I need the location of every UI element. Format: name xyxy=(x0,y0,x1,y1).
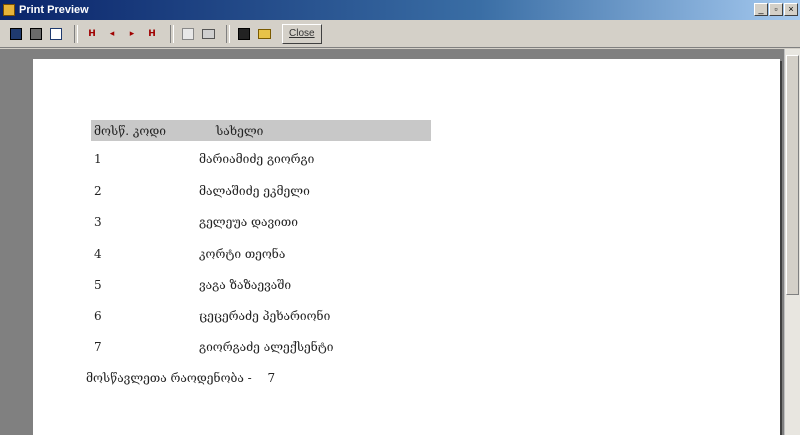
open-icon[interactable] xyxy=(256,26,272,42)
print-icon[interactable] xyxy=(200,26,216,42)
toolbar-separator xyxy=(226,24,230,43)
toolbar-separator xyxy=(74,24,78,43)
multi-page-icon[interactable] xyxy=(48,26,64,42)
close-button[interactable]: Close xyxy=(282,23,322,44)
window-title: Print Preview xyxy=(19,4,89,16)
zoom-icon[interactable] xyxy=(180,26,196,42)
scrollbar-thumb[interactable] xyxy=(786,55,799,295)
toolbar: H ◂ ▸ H Close xyxy=(0,20,800,48)
report-page: მოსწ. კოდი სახელი 1 მარიამიძე გიორგი 2 მ… xyxy=(33,59,780,435)
prev-page-icon[interactable]: ◂ xyxy=(104,26,120,42)
footer-count: 7 xyxy=(267,371,276,385)
next-page-icon[interactable]: ▸ xyxy=(124,26,140,42)
close-window-button[interactable]: × xyxy=(784,3,798,16)
footer-label: მოსწავლეთა რაოდენობა - xyxy=(86,371,252,385)
row-name: მალაშიძე ეკმელი xyxy=(199,184,310,198)
table-row: 3 გელეუა დავითი xyxy=(91,212,431,232)
row-name: ცეცერაძე პეხარიონი xyxy=(199,309,331,323)
table-row: 1 მარიამიძე გიორგი xyxy=(91,149,431,169)
row-code: 2 xyxy=(94,184,102,198)
two-page-icon[interactable] xyxy=(28,26,44,42)
toolbar-separator xyxy=(170,24,174,43)
report-header: მოსწ. კოდი სახელი xyxy=(91,120,431,141)
page-view-icon[interactable] xyxy=(8,26,24,42)
row-code: 5 xyxy=(94,278,102,292)
row-name: გელეუა დავითი xyxy=(199,215,298,229)
first-page-icon[interactable]: H xyxy=(84,26,100,42)
last-page-icon[interactable]: H xyxy=(144,26,160,42)
row-name: გიორგაძე ალექსენტი xyxy=(199,340,334,354)
report-footer: მოსწავლეთა რაოდენობა - 7 xyxy=(86,371,275,385)
vertical-scrollbar[interactable] xyxy=(784,49,800,435)
table-row: 4 კორტი თეონა xyxy=(91,244,431,264)
table-row: 2 მალაშიძე ეკმელი xyxy=(91,181,431,201)
row-code: 1 xyxy=(94,152,102,166)
save-icon[interactable] xyxy=(236,26,252,42)
header-code: მოსწ. კოდი xyxy=(94,123,166,138)
minimize-button[interactable]: _ xyxy=(754,3,768,16)
row-code: 3 xyxy=(94,215,102,229)
row-code: 4 xyxy=(94,247,102,261)
row-code: 7 xyxy=(94,340,102,354)
table-row: 7 გიორგაძე ალექსენტი xyxy=(91,337,431,357)
header-name: სახელი xyxy=(216,123,264,138)
table-row: 6 ცეცერაძე პეხარიონი xyxy=(91,306,431,326)
row-name: ვაგა ზაზაევაში xyxy=(199,278,292,292)
title-bar: Print Preview _ ▫ × xyxy=(0,0,800,20)
preview-area: მოსწ. კოდი სახელი 1 მარიამიძე გიორგი 2 მ… xyxy=(0,49,800,435)
restore-button[interactable]: ▫ xyxy=(769,3,783,16)
row-name: მარიამიძე გიორგი xyxy=(199,152,315,166)
app-icon xyxy=(3,4,15,16)
window-controls: _ ▫ × xyxy=(754,3,798,16)
table-row: 5 ვაგა ზაზაევაში xyxy=(91,275,431,295)
row-name: კორტი თეონა xyxy=(199,247,286,261)
row-code: 6 xyxy=(94,309,102,323)
